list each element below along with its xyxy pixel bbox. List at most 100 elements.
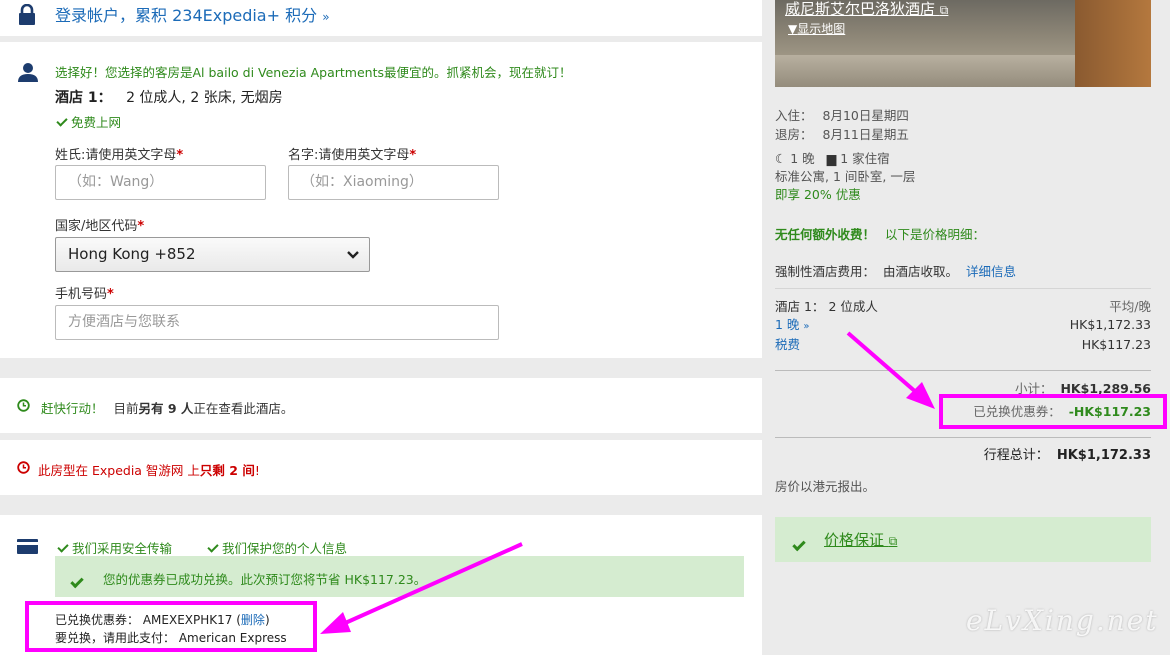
- traveler-panel: 选择好！您选择的客房是Al bailo di Venezia Apartment…: [0, 42, 762, 358]
- hotel-line-guests: 2 位成人: [828, 299, 878, 314]
- highlight-coupon-info: [25, 601, 317, 652]
- country-code-label-text: 国家/地区代码: [55, 219, 138, 234]
- checkin-value: 8月10日星期四: [822, 108, 909, 123]
- price-guarantee-box: 价格保证 ⧉: [775, 517, 1151, 562]
- first-name-field[interactable]: （如：Xiaoming）: [288, 165, 499, 200]
- checkout-label: 退房：: [775, 127, 813, 142]
- highlight-coupon-applied: [939, 394, 1167, 429]
- check-icon: [57, 541, 69, 553]
- nightly-price-row: 1 晚 » HK$1,172.33: [775, 316, 1151, 336]
- required-mark: *: [107, 287, 114, 302]
- divider: [775, 370, 1151, 371]
- phone-field[interactable]: 方便酒店与您联系: [55, 305, 499, 340]
- viewing-prefix: 目前: [113, 401, 139, 416]
- nights-toggle[interactable]: 1 晚 »: [775, 316, 810, 336]
- external-link-icon: ⧉: [888, 534, 898, 548]
- no-extra-fee: 无任何额外收费！: [775, 227, 876, 242]
- mandatory-fee-value: 由酒店收取。: [883, 264, 959, 279]
- total-value: HK$1,172.33: [1056, 448, 1151, 463]
- coupon-success-text: 您的优惠券已成功兑换。此次预订您将节省 HK$117.23。: [103, 572, 427, 587]
- photo-building: [1075, 0, 1151, 87]
- room-line: 酒店 1： 2 位成人, 2 张床, 无烟房: [55, 87, 283, 107]
- mandatory-fee-line: 强制性酒店费用： 由酒店收取。 详细信息: [775, 261, 1016, 280]
- rooms-left-text: 此房型在 Expedia 智游网 上只剩 2 间!: [38, 460, 260, 479]
- discount-text: 即享 20% 优惠: [775, 187, 861, 202]
- divider: [775, 288, 1151, 289]
- taxes-link[interactable]: 税费: [775, 336, 800, 354]
- show-map-label: 显示地图: [797, 22, 846, 36]
- room-detail: 2 位成人, 2 张床, 无烟房: [126, 90, 283, 106]
- avg-per-night: 平均/晚: [1109, 299, 1151, 314]
- show-map-link[interactable]: ▼显示地图: [788, 20, 845, 37]
- stay-dates: 入住： 8月10日星期四 退房： 8月11日星期五: [775, 106, 909, 144]
- price-guarantee-label: 价格保证: [824, 531, 885, 549]
- room-type: 标准公寓, 1 间卧室, 一层: [775, 169, 916, 184]
- viewing-count: 另有 9 人: [138, 401, 194, 416]
- promo-message: 选择好！您选择的客房是Al bailo di Venezia Apartment…: [55, 65, 572, 80]
- last-name-label-text: 姓氏:请使用英文字母: [55, 148, 177, 163]
- chevron-down-icon: »: [322, 10, 330, 24]
- secure-label: 我们采用安全传输: [72, 541, 173, 556]
- country-code-label: 国家/地区代码*: [55, 215, 144, 234]
- price-breakdown: 酒店 1： 2 位成人 平均/晚 1 晚 » HK$1,172.33 税费 HK$…: [775, 298, 1151, 354]
- required-mark: *: [176, 148, 184, 163]
- no-extra-fee-line: 无任何额外收费！ 以下是价格明细：: [775, 224, 985, 243]
- divider: [775, 437, 1151, 438]
- wifi-label: 免费上网: [71, 115, 122, 130]
- nightly-price: HK$1,172.33: [1069, 317, 1151, 332]
- checkin-line: 入住： 8月10日星期四: [775, 106, 909, 125]
- price-details-label: 以下是价格明细：: [885, 227, 986, 242]
- external-link-icon: ⧉: [939, 3, 949, 17]
- map-pin-icon: ▼: [788, 22, 798, 36]
- price-guarantee-link[interactable]: 价格保证 ⧉: [824, 529, 897, 550]
- checkin-label: 入住：: [775, 108, 813, 123]
- first-name-label: 名字:请使用英文字母*: [288, 144, 416, 163]
- secure-line: 我们采用安全传输: [57, 538, 173, 557]
- mandatory-fee-label: 强制性酒店费用：: [775, 264, 876, 279]
- hotel-price-row: 酒店 1： 2 位成人 平均/晚: [775, 298, 1151, 316]
- privacy-label: 我们保护您的个人信息: [222, 541, 348, 556]
- currency-note: 房价以港元报出。: [775, 479, 876, 494]
- room-label: 酒店 1：: [55, 90, 112, 106]
- hotel-name-link[interactable]: 威尼斯艾尔巴洛狄酒店 ⧉: [785, 0, 948, 19]
- taxes-value: HK$117.23: [1081, 337, 1151, 352]
- privacy-line: 我们保护您的个人信息: [207, 538, 348, 557]
- moon-icon: ☾: [775, 151, 787, 166]
- hotel-line-label: 酒店 1：: [775, 299, 825, 314]
- lock-icon: [19, 4, 35, 25]
- check-icon: [792, 537, 806, 552]
- check-icon: [207, 541, 219, 553]
- login-label: 登录帐户，累积 234Expedia+ 积分: [55, 6, 318, 25]
- login-link[interactable]: 登录帐户，累积 234Expedia+ 积分 »: [55, 2, 330, 26]
- bed-icon: ▆: [826, 151, 837, 166]
- watermark: eLvXing.net: [966, 604, 1159, 637]
- phone-label-text: 手机号码: [55, 287, 108, 302]
- hotel-name: 威尼斯艾尔巴洛狄酒店: [785, 0, 936, 18]
- rooms-left-suffix: !: [254, 463, 260, 478]
- total-label: 行程总计：: [983, 448, 1049, 463]
- wifi-line: 免费上网: [56, 112, 122, 131]
- chevron-down-icon: [347, 251, 359, 259]
- check-icon: [56, 115, 68, 127]
- total-row: 行程总计： HK$1,172.33: [775, 444, 1151, 463]
- rooms-left-prefix: 此房型在 Expedia 智游网 上: [38, 463, 200, 478]
- last-name-field[interactable]: （如：Wang）: [55, 165, 266, 200]
- hotels-count: 1 家住宿: [840, 151, 890, 166]
- nights-count: 1 晚: [790, 151, 815, 166]
- details-link[interactable]: 详细信息: [966, 264, 1016, 279]
- hurry-label: 赶快行动！: [41, 401, 104, 416]
- clock-icon: [17, 461, 30, 474]
- rooms-left-count: 只剩 2 间: [199, 463, 255, 478]
- user-icon: [18, 63, 38, 82]
- required-mark: *: [409, 148, 417, 163]
- taxes-row: 税费 HK$117.23: [775, 336, 1151, 354]
- viewing-alert: 赶快行动！ 目前另有 9 人正在查看此酒店。: [0, 378, 762, 433]
- first-name-label-text: 名字:请使用英文字母: [288, 148, 410, 163]
- nights-hotels-line: ☾ 1 晚 ▆ 1 家住宿: [775, 150, 915, 168]
- rooms-left-alert: 此房型在 Expedia 智游网 上只剩 2 间!: [0, 440, 762, 495]
- chevron-down-icon: »: [803, 321, 810, 332]
- country-code-select[interactable]: Hong Kong +852: [55, 237, 370, 272]
- check-icon: [70, 574, 84, 589]
- stay-info: ☾ 1 晚 ▆ 1 家住宿 标准公寓, 1 间卧室, 一层 即享 20% 优惠: [775, 150, 915, 204]
- checkout-line: 退房： 8月11日星期五: [775, 125, 909, 144]
